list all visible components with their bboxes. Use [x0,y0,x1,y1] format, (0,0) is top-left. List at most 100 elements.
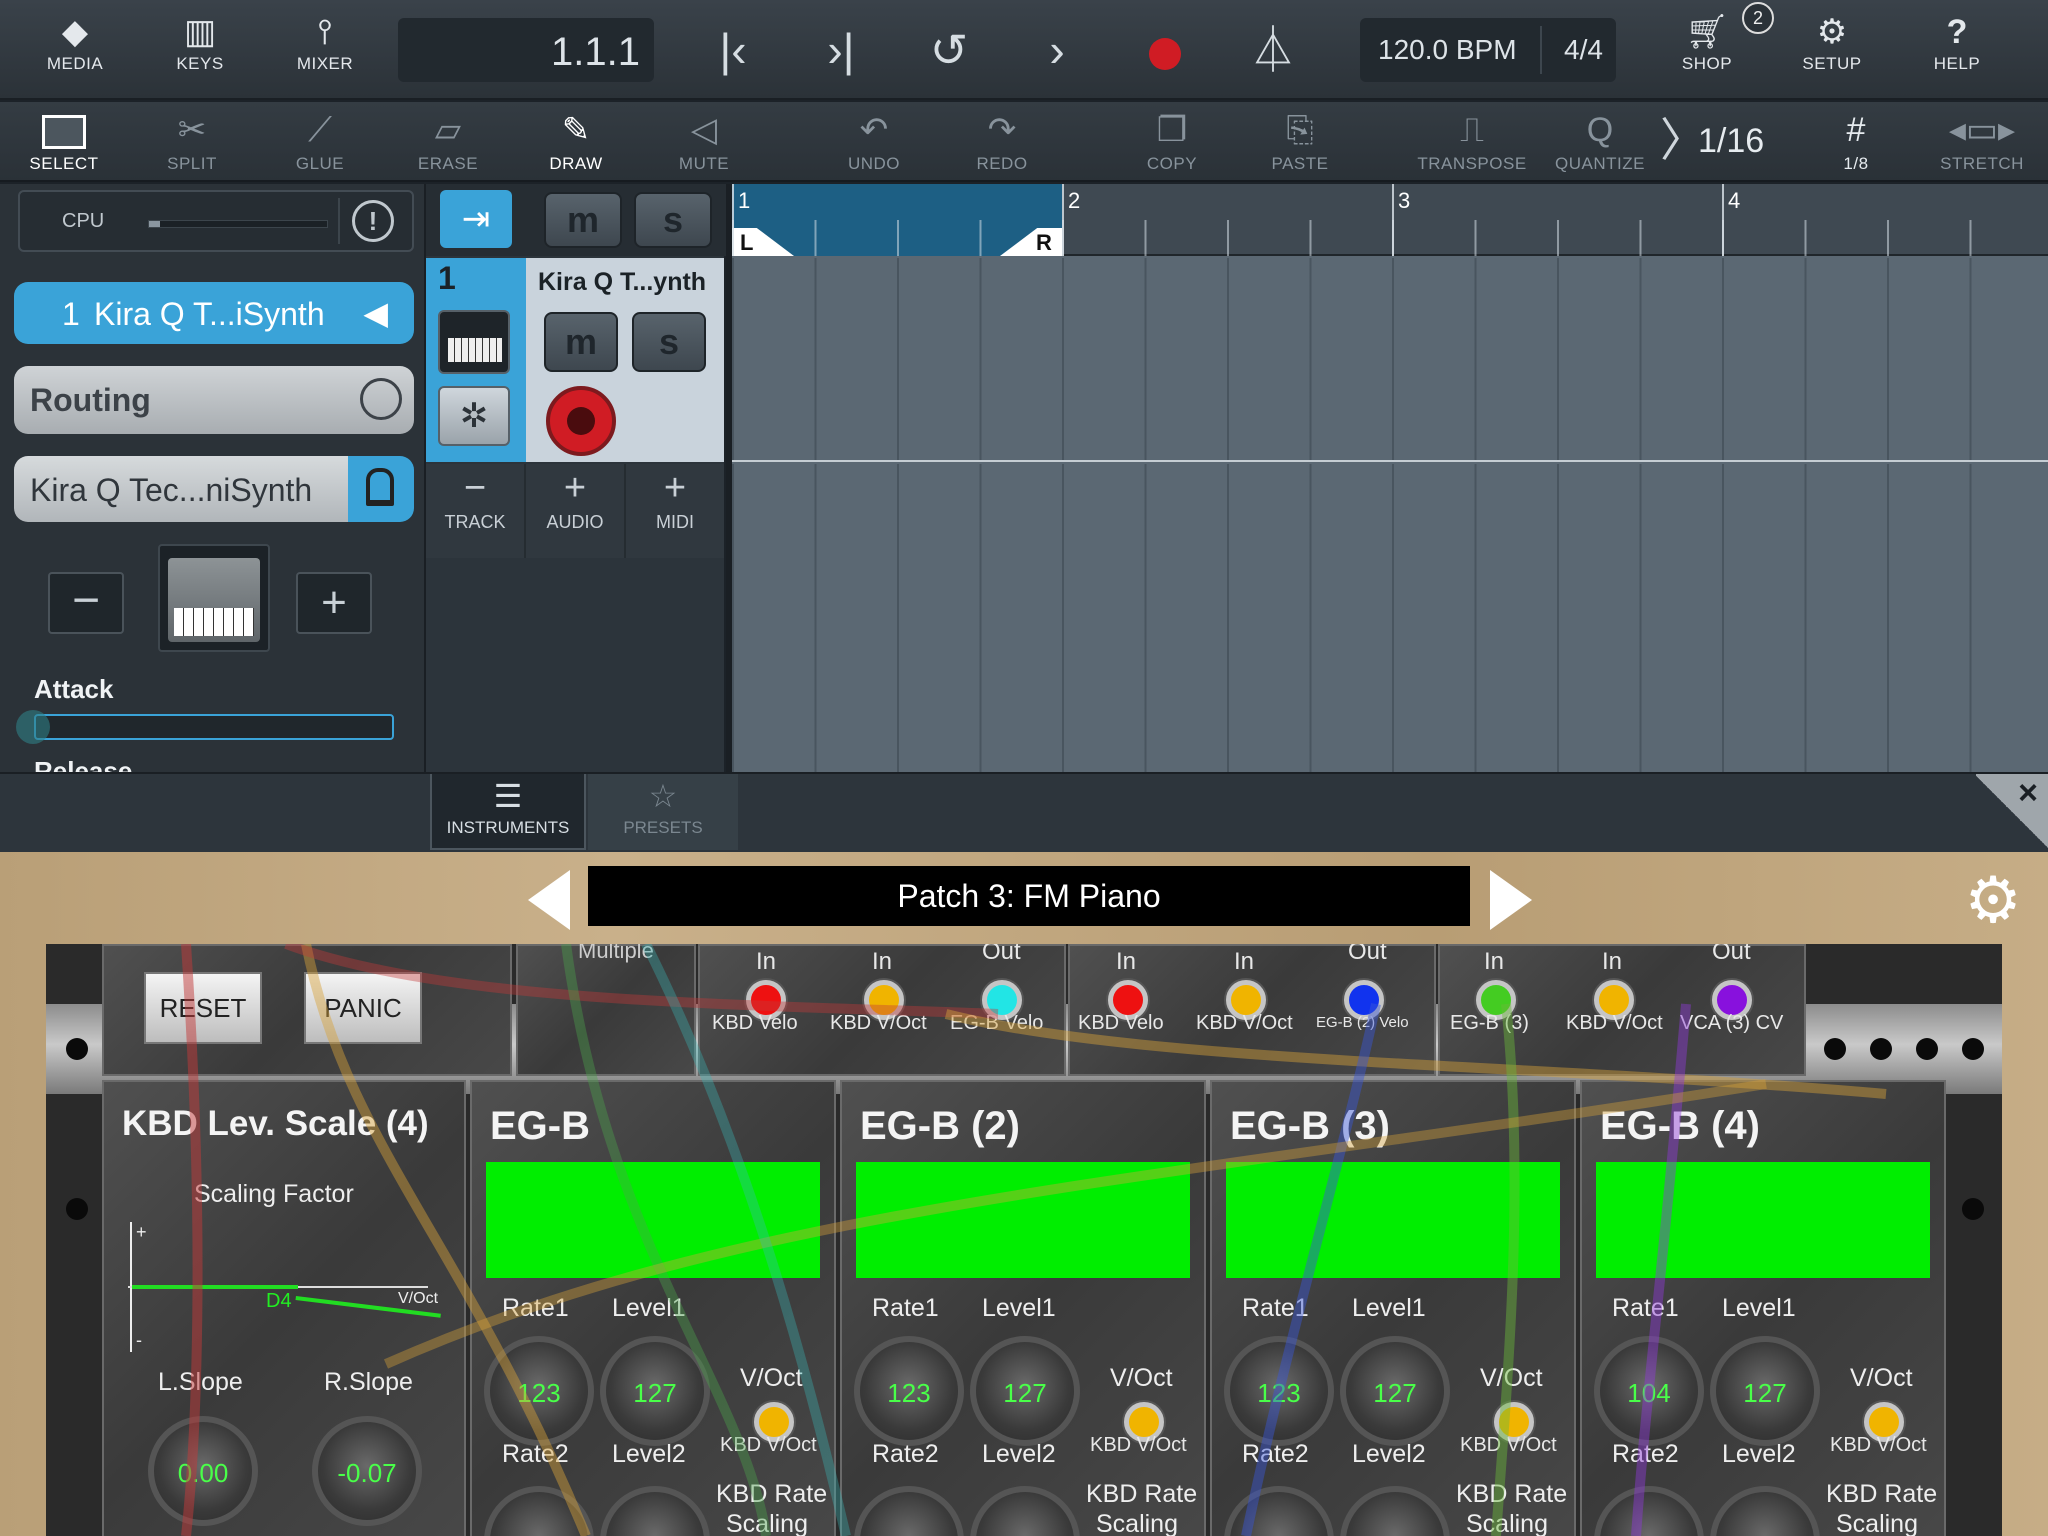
select-tool[interactable]: SELECT [4,106,124,180]
rate2-knob[interactable] [484,1486,594,1536]
play-button[interactable]: › [1022,18,1092,82]
rate1-knob[interactable]: 123 [854,1336,964,1446]
tab-presets[interactable]: ☆ PRESETS [588,774,738,850]
erase-tool[interactable]: ▱ ERASE [388,106,508,180]
undo-button[interactable]: ↶ UNDO [814,106,934,180]
arrange-view[interactable]: L R 1 2 3 4 [726,184,2048,772]
l-slope-knob[interactable]: 0.00 [148,1416,258,1526]
stretch-button[interactable]: ◂▭▸ STRETCH [1922,106,2042,180]
global-mute-button[interactable]: m [544,192,622,248]
warning-icon[interactable]: ! [352,200,394,242]
level1-knob[interactable]: 127 [600,1336,710,1446]
track-row[interactable]: 1 ✲ Kira Q T...ynth m s [426,258,724,462]
routing-button[interactable]: Routing [14,366,414,434]
add-midi-track-button[interactable]: + MIDI [626,464,724,558]
paste-button[interactable]: ⎘ PASTE [1240,106,1360,180]
attack-slider[interactable] [34,714,394,740]
keyboard-icon [448,338,502,362]
mute-tool[interactable]: ◁ MUTE [644,106,764,180]
track-selector[interactable]: 1 Kira Q T...iSynth ◀ [14,282,414,344]
help-button[interactable]: ? HELP [1902,10,2012,90]
glue-tool[interactable]: ⟋ GLUE [260,106,380,180]
rate1-knob[interactable]: 123 [484,1336,594,1446]
empty-lane-area[interactable] [732,464,2048,772]
track-solo-button[interactable]: s [632,312,706,372]
record-icon [567,407,595,435]
add-audio-track-button[interactable]: + AUDIO [526,464,626,558]
rate1-knob[interactable]: 123 [1224,1336,1334,1446]
rate2-knob[interactable] [1224,1486,1334,1536]
follow-button[interactable]: ⇥ [440,190,512,248]
transpose-button[interactable]: ⎍ TRANSPOSE [1412,106,1532,180]
panic-button[interactable]: PANIC [304,972,422,1044]
list-icon: ☰ [493,778,523,814]
setup-button[interactable]: ⚙ SETUP [1777,10,1887,90]
forward-button[interactable]: ›| [806,18,876,82]
r-slope-knob[interactable]: -0.07 [312,1416,422,1526]
level1-knob[interactable]: 127 [1710,1336,1820,1446]
instrument-thumbnail [158,544,270,652]
undo-icon: ↶ [859,111,889,149]
top-toolbar: ◆ MEDIA ▥ KEYS ⫯ MIXER 1.1.1 |‹ ›| ↺ › ⏃… [0,0,2048,100]
reset-button[interactable]: RESET [144,972,262,1044]
tab-instruments[interactable]: ☰ INSTRUMENTS [430,774,586,850]
prev-patch-button[interactable] [528,870,570,930]
next-patch-button[interactable] [1490,870,1532,930]
quantize-button[interactable]: Q QUANTIZE [1540,106,1660,180]
attack-label: Attack [34,674,114,704]
level2-knob[interactable] [600,1486,710,1536]
record-button[interactable] [1130,18,1200,82]
prev-preset-button[interactable]: − [48,572,124,634]
cpu-level-bar [149,221,160,227]
scaling-graph: + - D4 V/Oct [128,1222,441,1352]
media-button[interactable]: ◆ MEDIA [20,10,130,90]
track-lane[interactable] [732,258,2048,462]
multiple-module: Multiple [516,944,696,1076]
star-icon: ☆ [648,778,678,814]
grid-button[interactable]: # 1/8 [1796,106,1916,180]
global-solo-button[interactable]: s [634,192,712,248]
level1-knob[interactable]: 127 [1340,1336,1450,1446]
level2-knob[interactable] [1340,1486,1450,1536]
attack-slider-handle[interactable] [16,710,50,744]
track-instrument-icon[interactable] [438,310,510,374]
loop-button[interactable]: ↺ [914,18,984,82]
track-record-button[interactable] [546,386,616,456]
paste-icon: ⎘ [1286,111,1314,149]
metronome-icon: ⏃ [1250,24,1296,76]
speaker-icon: ◁ [690,111,718,149]
mixer-button[interactable]: ⫯ MIXER [270,10,380,90]
next-preset-button[interactable]: + [296,572,372,634]
remove-track-button[interactable]: − TRACK [426,464,526,558]
skip-forward-icon: ›| [827,24,855,76]
question-icon: ? [1946,13,1968,51]
rate2-knob[interactable] [1594,1486,1704,1536]
level2-knob[interactable] [1710,1486,1820,1536]
synth-settings-button[interactable]: ⚙ [1958,866,2028,936]
metronome-button[interactable]: ⏃ [1238,18,1308,82]
level2-knob[interactable] [970,1486,1080,1536]
draw-tool[interactable]: ✎ DRAW [516,106,636,180]
split-tool[interactable]: ✂ SPLIT [132,106,252,180]
close-panel-button[interactable]: × [1976,774,2048,850]
track-mute-button[interactable]: m [544,312,618,372]
keys-button[interactable]: ▥ KEYS [145,10,255,90]
patch-display[interactable]: Patch 3: FM Piano [588,866,1470,926]
track-fx-button[interactable]: ✲ [438,386,510,446]
instrument-slot[interactable]: Kira Q Tec...niSynth [14,456,350,522]
track-list: ⇥ m s 1 ✲ Kira Q T...ynth m s − TRACK + … [424,184,726,772]
tempo-value: 120.0 BPM [1378,34,1517,65]
level1-knob[interactable]: 127 [970,1336,1080,1446]
quantize-value[interactable]: 〉 1/16 [1660,112,1764,172]
copy-button[interactable]: ❐ COPY [1112,106,1232,180]
eg-b2-module: EG-B (2) Rate1 Level1 123 127 V/Oct KBD … [840,1080,1206,1536]
timeline-ruler[interactable]: L R 1 2 3 4 [732,184,2048,256]
rate1-knob[interactable]: 104 [1594,1336,1704,1446]
bottom-tabs: ☰ INSTRUMENTS ☆ PRESETS × [0,772,2048,852]
rewind-button[interactable]: |‹ [698,18,768,82]
position-display[interactable]: 1.1.1 [398,18,654,82]
redo-button[interactable]: ↷ REDO [942,106,1062,180]
instrument-edit-button[interactable] [348,456,414,522]
rate2-knob[interactable] [854,1486,964,1536]
tempo-display[interactable]: 120.0 BPM 4/4 [1360,18,1616,82]
